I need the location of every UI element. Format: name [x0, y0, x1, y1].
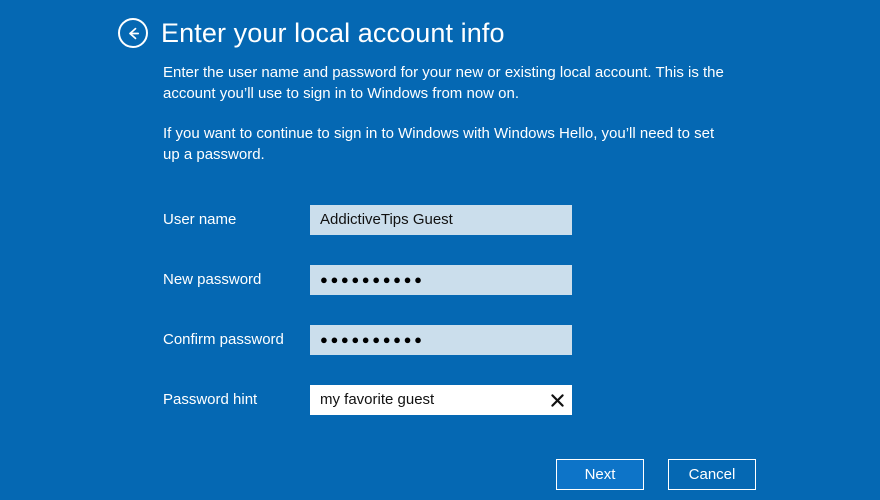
intro-paragraph-2: If you want to continue to sign in to Wi… [163, 125, 715, 163]
user-name-label: User name [163, 211, 237, 228]
confirm-password-label: Confirm password [163, 331, 284, 348]
new-password-label: New password [163, 271, 262, 288]
back-arrow-icon[interactable] [118, 18, 148, 48]
form-row-confirm-password: Confirm password ●●●●●●●●●● [163, 325, 583, 355]
password-hint-label: Password hint [163, 391, 258, 408]
cancel-button[interactable]: Cancel [668, 459, 756, 490]
page-header: Enter your local account info [118, 18, 505, 48]
local-account-setup-page: Enter your local account info Enter the … [0, 0, 880, 500]
password-hint-value: my favorite guest [320, 391, 435, 408]
new-password-input[interactable]: ●●●●●●●●●● [310, 265, 572, 295]
user-name-value: AddictiveTips Guest [320, 211, 453, 228]
clear-x-icon[interactable] [542, 385, 572, 415]
form-row-new-password: New password ●●●●●●●●●● [163, 265, 583, 295]
user-name-input[interactable]: AddictiveTips Guest [310, 205, 572, 235]
page-title: Enter your local account info [161, 17, 505, 48]
intro-text: Enter the user name and password for you… [163, 62, 733, 165]
confirm-password-input[interactable]: ●●●●●●●●●● [310, 325, 572, 355]
password-hint-input[interactable]: my favorite guest [310, 385, 572, 415]
intro-paragraph-1: Enter the user name and password for you… [163, 64, 724, 102]
form-row-user-name: User name AddictiveTips Guest [163, 205, 583, 235]
confirm-password-value: ●●●●●●●●●● [320, 332, 425, 347]
button-bar: Next Cancel [556, 459, 756, 490]
account-form: User name AddictiveTips Guest New passwo… [163, 205, 583, 415]
next-button[interactable]: Next [556, 459, 644, 490]
new-password-value: ●●●●●●●●●● [320, 272, 425, 287]
form-row-password-hint: Password hint my favorite guest [163, 385, 583, 415]
